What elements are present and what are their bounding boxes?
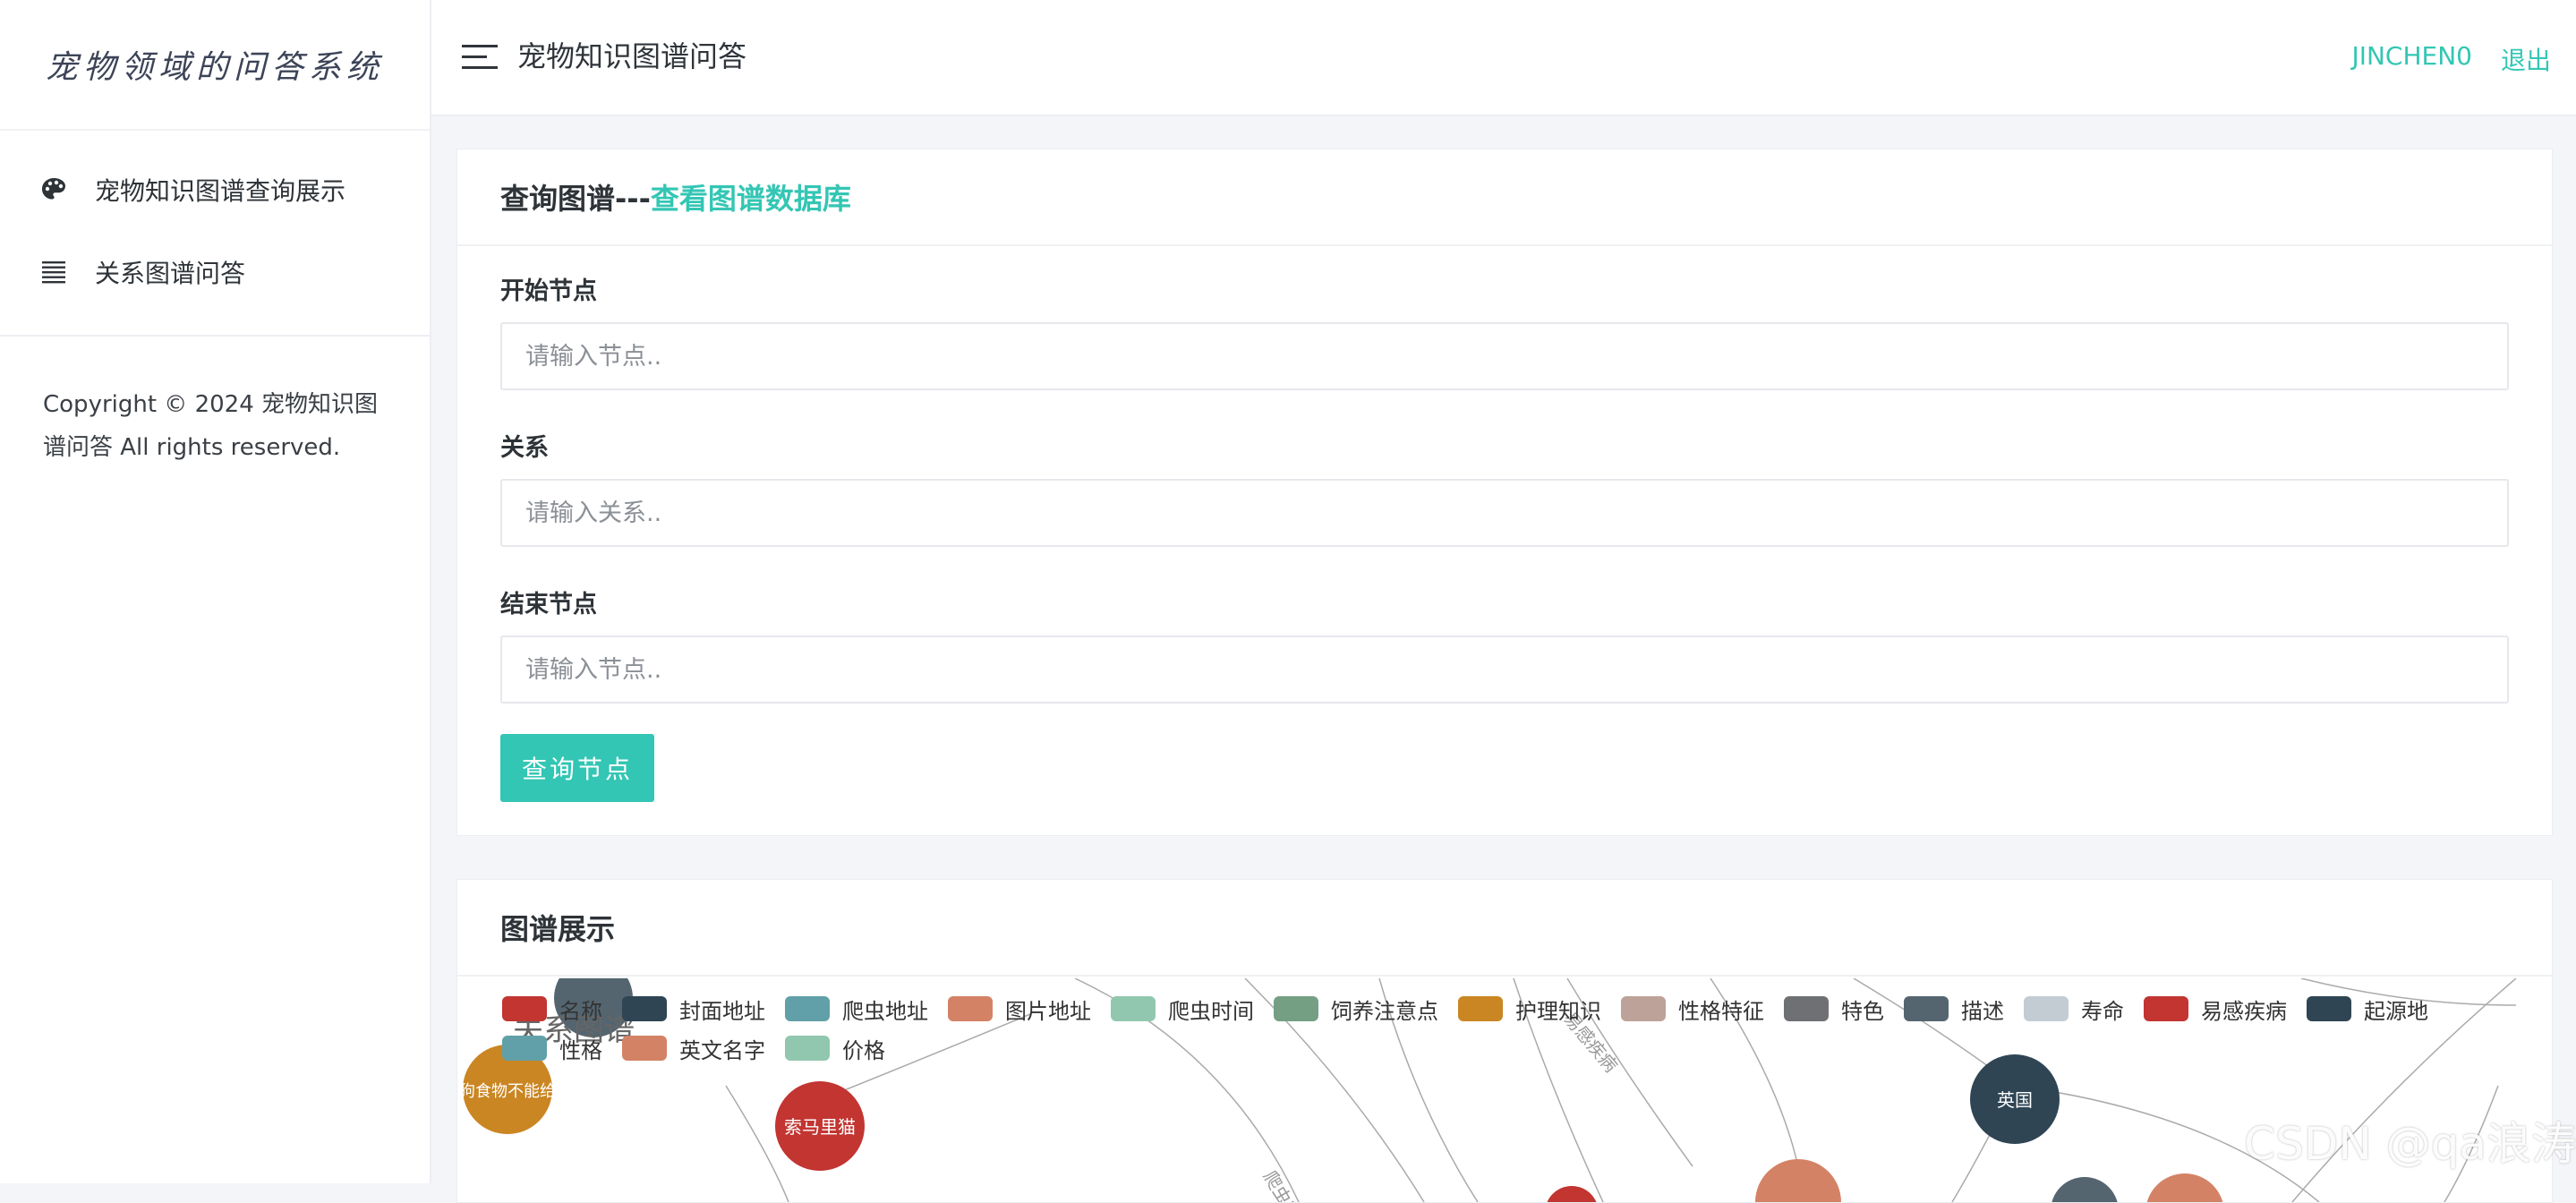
sidebar-item-relation-qa[interactable]: 关系图谱问答 [0,231,430,313]
top-header: 宠物知识图谱问答 JINCHEN0 退出 [431,0,2576,116]
legend-item[interactable]: 性格 [502,1034,602,1063]
start-node-label: 开始节点 [500,277,597,305]
legend-label: 封面地址 [679,998,765,1024]
legend-item[interactable]: 易感疾病 [2144,994,2287,1024]
username-link[interactable]: JINCHEN0 [2351,41,2472,71]
list-icon [42,261,65,284]
graph-card: 图谱展示 爬虫时间 易感疾病 狗食 [456,879,2553,1203]
legend-swatch [1274,996,1318,1021]
legend-swatch [622,1036,667,1061]
legend-swatch [2144,996,2188,1021]
legend-item[interactable]: 特色 [1784,994,1884,1024]
legend-item[interactable]: 封面地址 [622,994,765,1024]
graph-node[interactable] [1755,1159,1841,1202]
legend-item[interactable]: 爬虫时间 [1111,994,1254,1024]
query-form: 开始节点 关系 结束节点 查询节点 [457,246,2552,802]
legend-swatch [1621,996,1666,1021]
legend-swatch [948,996,993,1021]
edge-label: 爬虫时间 [1259,1167,1314,1203]
legend-label: 性格 [559,1037,602,1063]
legend-swatch [1904,996,1949,1021]
legend-swatch [785,996,830,1021]
legend-label: 爬虫地址 [842,998,928,1024]
legend-label: 爬虫时间 [1168,998,1254,1024]
logout-link[interactable]: 退出 [2501,41,2551,77]
legend-label: 性格特征 [1678,998,1764,1024]
copyright-text: Copyright © 2024 宠物知识图谱问答 All rights res… [43,391,379,461]
legend-label: 图片地址 [1005,998,1091,1024]
graph-node[interactable] [2145,1173,2224,1202]
sidebar-item-label: 关系图谱问答 [95,259,246,288]
legend-swatch [1458,996,1503,1021]
legend-label: 描述 [1961,998,2004,1024]
graph-card-title: 图谱展示 [500,912,616,946]
end-node-input[interactable] [500,636,2509,704]
hamburger-menu-icon[interactable] [462,43,498,72]
sidebar-nav: 宠物知识图谱查询展示 关系图谱问答 [0,131,430,337]
legend-label: 特色 [1841,998,1884,1024]
start-node-input[interactable] [500,322,2509,390]
legend-swatch [622,996,667,1021]
legend-item[interactable]: 饲养注意点 [1274,994,1438,1024]
query-node-button[interactable]: 查询节点 [500,734,654,802]
graph-node-label: 索马里猫 [784,1116,856,1138]
legend-swatch [2024,996,2068,1021]
legend-swatch [502,1036,547,1061]
relation-input[interactable] [500,479,2509,547]
sidebar-item-graph-query[interactable]: 宠物知识图谱查询展示 [0,149,430,231]
knowledge-graph[interactable]: 爬虫时间 易感疾病 狗食物不能给 索马里猫 英国 关系图谱 名称封面地址爬虫地址… [457,978,2552,1202]
graph-legend: 名称 封面地址 爬虫地址 图片地址 爬虫时间 饲养注意点 护理知识 性格特征 特色 描述 寿命 易感疾… [502,994,2525,1063]
legend-item[interactable]: 描述 [1904,994,2004,1024]
legend-label: 饲养注意点 [1331,998,1438,1024]
query-card-title: 查询图谱--- [500,182,651,216]
page-title: 宠物知识图谱问答 [517,39,747,73]
legend-label: 寿命 [2081,998,2124,1024]
query-card-header: 查询图谱--- 查看图谱数据库 [457,149,2552,246]
legend-item[interactable]: 护理知识 [1458,994,1601,1024]
graph-node[interactable] [1545,1186,1599,1202]
legend-label: 价格 [842,1037,885,1063]
legend-item[interactable]: 价格 [785,1034,885,1063]
legend-swatch [2307,996,2351,1021]
legend-item[interactable]: 图片地址 [948,994,1091,1024]
graph-node-label: 英国 [1997,1089,2033,1111]
legend-swatch [785,1036,830,1061]
legend-label: 名称 [559,998,602,1024]
view-graph-database-link[interactable]: 查看图谱数据库 [651,176,851,218]
legend-item[interactable]: 性格特征 [1621,994,1764,1024]
legend-item[interactable]: 名称 [502,994,602,1024]
legend-swatch [502,996,547,1021]
end-node-label: 结束节点 [500,591,597,619]
legend-swatch [1784,996,1829,1021]
legend-item[interactable]: 起源地 [2307,994,2428,1024]
graph-node-label: 狗食物不能给 [459,1082,556,1101]
query-card: 查询图谱--- 查看图谱数据库 开始节点 关系 结束节点 查询节点 [456,149,2553,836]
sidebar: 宠物领域的问答系统 宠物知识图谱查询展示 关系图谱问答 Copyright © … [0,0,431,1183]
brand-logo: 宠物领域的问答系统 [0,0,430,131]
legend-item[interactable]: 英文名字 [622,1034,765,1063]
legend-item[interactable]: 爬虫地址 [785,994,928,1024]
legend-label: 易感疾病 [2201,998,2287,1024]
relation-label: 关系 [500,434,549,462]
brand-title: 宠物领域的问答系统 [45,49,384,86]
palette-icon [42,178,65,200]
legend-item[interactable]: 寿命 [2024,994,2124,1024]
legend-label: 护理知识 [1515,998,1601,1024]
legend-label: 起源地 [2364,998,2428,1024]
legend-label: 英文名字 [679,1037,765,1063]
graph-card-header: 图谱展示 [457,880,2552,977]
csdn-watermark: CSDN @qa浪涛 [2244,1118,2576,1170]
graph-node[interactable] [2051,1177,2119,1202]
sidebar-item-label: 宠物知识图谱查询展示 [95,176,346,206]
legend-swatch [1111,996,1156,1021]
